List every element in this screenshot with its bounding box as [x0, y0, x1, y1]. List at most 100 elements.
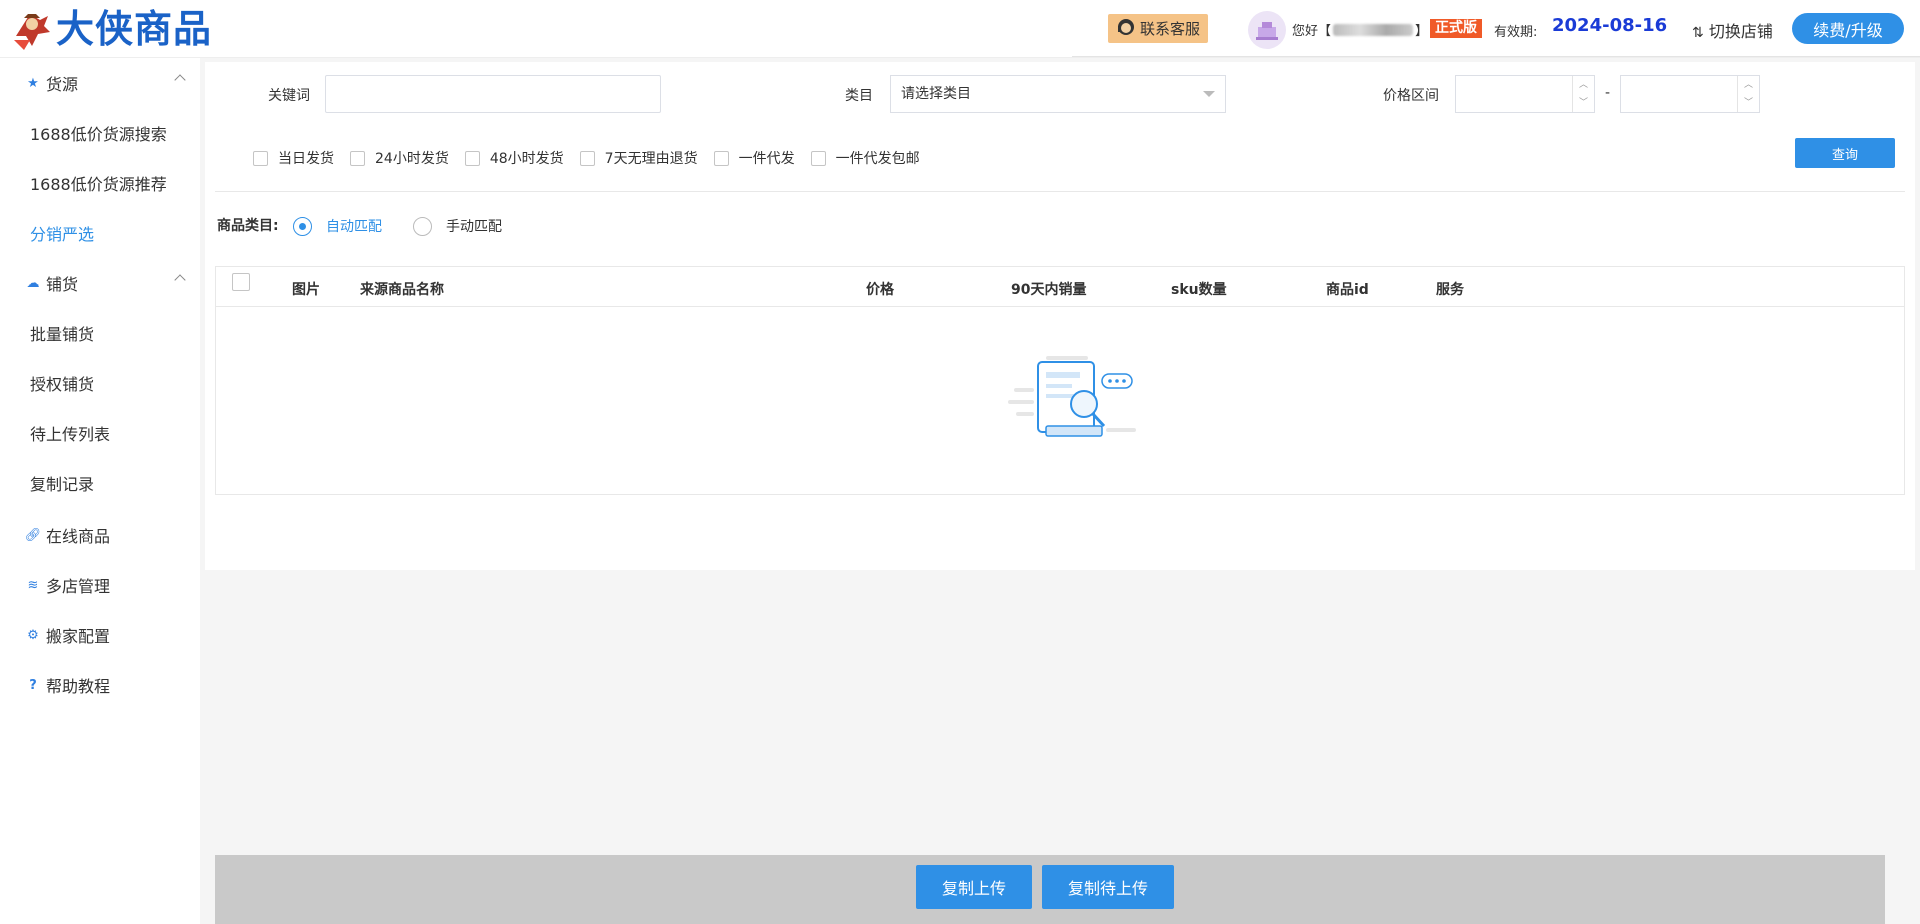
checkbox-48h[interactable]: 48小时发货 [464, 148, 564, 168]
link-icon: 🔗︎ [24, 527, 42, 543]
sidebar-item-move-config[interactable]: ⚙ 搬家配置 [0, 610, 200, 660]
keyword-input[interactable] [325, 75, 661, 113]
checkbox-label: 一件代发 [738, 151, 795, 167]
contact-support-button[interactable]: 联系客服 [1108, 14, 1208, 43]
question-icon: ? [29, 677, 37, 693]
price-min-spinner[interactable]: ︿ ﹀ [1572, 76, 1594, 112]
sidebar-group-label: 铺货 [46, 275, 79, 294]
checkbox-label: 当日发货 [278, 151, 334, 167]
footer-action-bar: 复制上传 复制待上传 [215, 855, 1885, 924]
shipping-filter-checkboxes: 当日发货 24小时发货 48小时发货 7天无理由退货 一件代发 一件代发包邮 [253, 148, 936, 168]
layers-icon: ≋ [27, 577, 39, 593]
checkbox-24h[interactable]: 24小时发货 [350, 148, 449, 168]
headset-icon [1116, 17, 1136, 41]
product-table: 图片 来源商品名称 价格 90天内销量 sku数量 商品id 服务 [215, 266, 1905, 495]
arrow-up-icon: ︿ [1743, 80, 1753, 90]
arrow-up-icon: ︿ [1578, 80, 1588, 90]
price-max-spinner[interactable]: ︿ ﹀ [1737, 76, 1759, 112]
checkbox-same-day[interactable]: 当日发货 [253, 148, 334, 168]
column-price: 价格 [866, 282, 894, 298]
checkbox-dropship[interactable]: 一件代发 [713, 148, 795, 168]
user-avatar[interactable] [1248, 11, 1286, 49]
checkbox[interactable] [713, 150, 729, 166]
column-service: 服务 [1436, 282, 1464, 298]
redacted-shop-name [1333, 23, 1414, 36]
greeting-text: 您好【 】 [1292, 20, 1428, 39]
arrow-down-icon: ﹀ [1578, 98, 1588, 108]
radio-auto-match[interactable]: 自动匹配 [293, 216, 382, 236]
chevron-up-icon [174, 274, 186, 286]
sidebar-group-listing[interactable]: ☁ 铺货 [0, 258, 200, 308]
price-range-label: 价格区间 [1383, 88, 1439, 104]
sidebar-item-pending-list[interactable]: 待上传列表 [30, 410, 110, 460]
chevron-up-icon [174, 74, 186, 86]
filter-divider [215, 191, 1905, 192]
checkbox-label: 7天无理由退货 [604, 151, 698, 167]
sidebar-group-label: 货源 [46, 75, 79, 94]
edition-badge: 正式版 [1430, 19, 1482, 38]
radio-manual-match[interactable]: 手动匹配 [413, 216, 502, 236]
sidebar-item-multi-shop[interactable]: ≋ 多店管理 [0, 560, 200, 610]
price-separator: - [1605, 85, 1611, 101]
radio-button[interactable] [413, 216, 432, 236]
empty-search-icon [1006, 354, 1146, 454]
checkbox[interactable] [253, 150, 268, 166]
sidebar-item-auth-listing[interactable]: 授权铺货 [30, 360, 94, 410]
sidebar-item-label: 搬家配置 [46, 627, 111, 646]
sidebar-item-batch-listing[interactable]: 批量铺货 [30, 310, 94, 360]
sidebar-item-1688-recommend[interactable]: 1688低价货源推荐 [30, 160, 167, 210]
copy-pending-button[interactable]: 复制待上传 [1042, 865, 1174, 909]
sidebar-item-label: 帮助教程 [46, 677, 111, 696]
main-panel: 关键词 类目 请选择类目 价格区间 ︿ ﹀ - ︿ ﹀ 当日发货 24小时发货 48… [205, 62, 1915, 570]
sidebar-item-help[interactable]: ? 帮助教程 [0, 660, 200, 710]
category-placeholder: 请选择类目 [901, 86, 971, 102]
select-all-checkbox[interactable] [232, 273, 250, 291]
sidebar-item-label: 多店管理 [46, 577, 111, 596]
checkbox-7day-return[interactable]: 7天无理由退货 [579, 148, 698, 168]
table-header: 图片 来源商品名称 价格 90天内销量 sku数量 商品id 服务 [216, 267, 1904, 307]
query-button[interactable]: 查询 [1795, 138, 1895, 168]
radio-label: 自动匹配 [326, 219, 382, 235]
keyword-label: 关键词 [268, 88, 310, 104]
category-match-label: 商品类目: [217, 218, 279, 234]
caret-down-icon [1203, 91, 1215, 97]
column-90day-sales: 90天内销量 [1011, 282, 1087, 298]
checkbox[interactable] [810, 150, 826, 166]
upgrade-button[interactable]: 续费/升级 [1792, 13, 1904, 44]
checkbox-dropship-free[interactable]: 一件代发包邮 [810, 148, 920, 168]
checkbox[interactable] [464, 150, 480, 166]
cloud-upload-icon: ☁ [26, 275, 40, 291]
sidebar-item-1688-search[interactable]: 1688低价货源搜索 [30, 110, 167, 160]
star-icon: ★ [27, 75, 39, 91]
sidebar-item-copy-records[interactable]: 复制记录 [30, 460, 94, 510]
column-product-id: 商品id [1326, 282, 1369, 298]
price-max-input[interactable]: ︿ ﹀ [1620, 75, 1760, 113]
sidebar-group-source[interactable]: ★ 货源 [0, 58, 200, 108]
header-divider [1072, 56, 1920, 57]
category-select[interactable]: 请选择类目 [890, 75, 1226, 113]
arrow-down-icon: ﹀ [1743, 98, 1753, 108]
switch-shop-label: 切换店铺 [1708, 22, 1773, 41]
swap-icon: ⇅ [1692, 25, 1704, 41]
switch-shop-button[interactable]: ⇅ 切换店铺 [1692, 18, 1773, 42]
copy-upload-button[interactable]: 复制上传 [916, 865, 1032, 909]
greeting-suffix: 】 [1415, 24, 1429, 39]
ninja-logo-icon [10, 6, 54, 52]
checkbox-label: 24小时发货 [375, 151, 449, 167]
checkbox[interactable] [579, 150, 595, 166]
valid-label: 有效期: [1494, 25, 1538, 40]
price-min-input[interactable]: ︿ ﹀ [1455, 75, 1595, 113]
radio-button[interactable] [293, 216, 312, 236]
greeting-prefix: 您好【 [1292, 24, 1332, 39]
logo-text: 大侠商品 [56, 6, 213, 51]
column-sku-count: sku数量 [1171, 282, 1227, 298]
sidebar-item-online-products[interactable]: 🔗︎ 在线商品 [0, 510, 200, 560]
app-logo[interactable]: 大侠商品 [10, 6, 212, 52]
category-label: 类目 [845, 88, 873, 104]
checkbox[interactable] [350, 150, 365, 166]
checkbox-label: 一件代发包邮 [835, 151, 920, 167]
column-image: 图片 [292, 282, 320, 298]
radio-label: 手动匹配 [446, 219, 502, 235]
top-header: 大侠商品 联系客服 您好【 】 正式版 有效期: 2024-08-16 ⇅ 切换… [0, 0, 1920, 58]
sidebar-item-distribution[interactable]: 分销严选 [30, 210, 94, 260]
